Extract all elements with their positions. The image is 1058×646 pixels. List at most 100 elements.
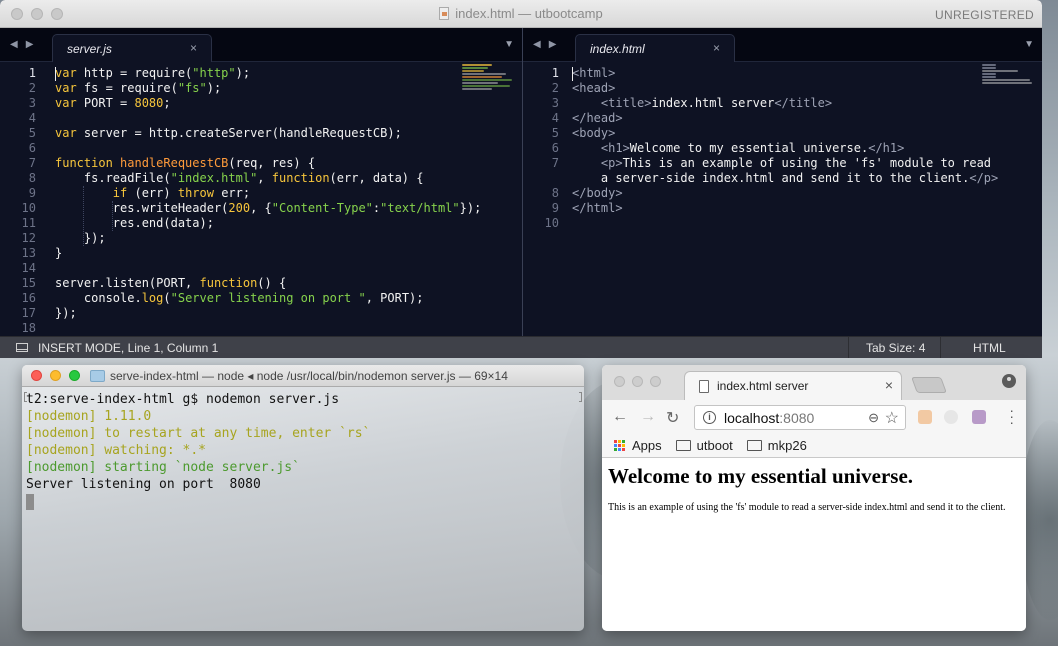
syntax-indicator[interactable]: HTML	[973, 341, 1006, 355]
code-line[interactable]	[55, 111, 481, 126]
line-number: 3	[28, 96, 36, 110]
tab-close-icon[interactable]: ×	[190, 41, 197, 55]
code-pane-index-html[interactable]: 1 2 3 4 5 6 7 8 9 10 <html> <head> <title>index.ht…	[523, 62, 1042, 336]
code-line[interactable]: <html>	[572, 66, 998, 81]
code-line[interactable]: });	[55, 306, 481, 321]
code-area[interactable]: var http = require("http"); var fs = requ…	[55, 66, 481, 336]
minimize-window-button[interactable]	[50, 370, 61, 381]
line-number: 10	[21, 201, 36, 215]
code-line[interactable]: var http = require("http");	[55, 66, 481, 81]
code-line[interactable]	[572, 216, 998, 231]
code-token: <h1>	[572, 141, 630, 155]
code-token: "text/html"	[380, 201, 460, 215]
bookmark-star-icon[interactable]: ☆	[885, 408, 899, 428]
code-token: err;	[221, 186, 251, 200]
code-token: PORT =	[83, 96, 135, 110]
bookmark-utboot[interactable]: utboot	[697, 438, 733, 453]
code-line[interactable]: <title>index.html server</title>	[572, 96, 998, 111]
tab-forward-arrow-icon[interactable]: ▶	[26, 39, 34, 50]
reload-icon[interactable]: ↻	[666, 408, 679, 428]
address-bar[interactable]: i localhost:8080 ⊖ ☆	[694, 405, 906, 430]
code-line[interactable]: <p>This is an example of using the 'fs' …	[572, 156, 998, 171]
page-content: Welcome to my essential universe. This i…	[602, 458, 1026, 631]
minimize-window-button[interactable]	[632, 376, 643, 387]
code-line[interactable]: console.log("Server listening on port ",…	[55, 291, 481, 306]
code-line[interactable]: a server-side index.html and send it to …	[572, 171, 998, 186]
code-line[interactable]: function handleRequestCB(req, res) {	[55, 156, 481, 171]
back-arrow-icon[interactable]: ←	[612, 408, 628, 426]
code-line[interactable]	[55, 321, 481, 336]
browser-toolbar: ← → ↻ i localhost:8080 ⊖ ☆ · · ·	[602, 400, 1026, 434]
code-line[interactable]	[55, 261, 481, 276]
tab-close-icon[interactable]: ×	[713, 41, 720, 55]
html-file-icon	[439, 7, 450, 20]
extension-icon[interactable]	[918, 410, 932, 424]
code-line[interactable]: <body>	[572, 126, 998, 141]
code-line[interactable]: </head>	[572, 111, 998, 126]
minimap[interactable]	[982, 64, 1038, 104]
tab-back-arrow-icon[interactable]: ◀	[10, 39, 18, 50]
code-line[interactable]: var fs = require("fs");	[55, 81, 481, 96]
close-window-button[interactable]	[614, 376, 625, 387]
browser-tab[interactable]: index.html server ×	[684, 371, 902, 400]
code-line[interactable]: <head>	[572, 81, 998, 96]
code-token: );	[206, 81, 222, 95]
extension-icon[interactable]	[944, 410, 958, 424]
tab-size-indicator[interactable]: Tab Size: 4	[866, 341, 925, 355]
zoom-icon[interactable]: ⊖	[868, 410, 879, 426]
code-token: </body>	[572, 186, 623, 200]
info-icon[interactable]: i	[703, 411, 716, 424]
code-line[interactable]: </body>	[572, 186, 998, 201]
tab-server-js[interactable]: server.js ×	[52, 34, 212, 62]
profile-icon[interactable]	[1002, 374, 1016, 388]
apps-grid-icon	[614, 439, 626, 452]
code-token: var	[55, 96, 84, 110]
code-line[interactable]: var PORT = 8080;	[55, 96, 481, 111]
line-number: 3	[551, 96, 559, 110]
terminal-output[interactable]: t2:serve-index-html g$ nodemon server.js…	[26, 391, 580, 510]
line-number: 11	[21, 216, 36, 230]
zoom-window-button[interactable]	[69, 370, 80, 381]
line-number-gutter: 1 2 3 4 5 6 7 8 9 10	[523, 66, 563, 231]
code-token: fs.readFile(	[55, 171, 171, 185]
panel-toggle-icon[interactable]	[16, 343, 28, 352]
code-pane-server-js[interactable]: 1 2 3 4 5 6 7 8 9 10 11 12 13 14 15 16 17 18 var http = r…	[0, 62, 522, 336]
new-tab-button[interactable]	[911, 377, 947, 393]
menu-dots-icon[interactable]: · · ·	[1009, 403, 1014, 429]
code-line[interactable]: <h1>Welcome to my essential universe.</h…	[572, 141, 998, 156]
code-line[interactable]: res.writeHeader(200, {"Content-Type":"te…	[55, 201, 482, 216]
bookmark-apps[interactable]: Apps	[632, 438, 662, 453]
code-line[interactable]: fs.readFile("index.html", function(err, …	[55, 171, 481, 186]
code-line[interactable]: res.end(data);	[55, 216, 481, 231]
status-mode: INSERT MODE, Line 1, Column 1	[38, 340, 219, 355]
code-token: </html>	[572, 201, 623, 215]
tab-index-html[interactable]: index.html ×	[575, 34, 735, 62]
zoom-window-button[interactable]	[51, 8, 63, 20]
code-line[interactable]: }	[55, 246, 481, 261]
minimize-window-button[interactable]	[31, 8, 43, 20]
tab-menu-chevron-icon[interactable]: ▼	[504, 39, 514, 50]
code-line[interactable]: var server = http.createServer(handleReq…	[55, 126, 481, 141]
code-line[interactable]: });	[55, 231, 481, 246]
zoom-window-button[interactable]	[650, 376, 661, 387]
code-line[interactable]: server.listen(PORT, function() {	[55, 276, 481, 291]
close-window-button[interactable]	[11, 8, 23, 20]
extension-icon[interactable]	[972, 410, 986, 424]
minimap[interactable]	[462, 64, 518, 104]
tab-close-icon[interactable]: ×	[885, 377, 893, 393]
close-window-button[interactable]	[31, 370, 42, 381]
forward-arrow-icon[interactable]: →	[640, 408, 656, 426]
page-heading: Welcome to my essential universe.	[608, 464, 914, 488]
code-area[interactable]: <html> <head> <title>index.html server</t…	[572, 66, 998, 231]
tab-navigation: ◀ ▶	[533, 39, 556, 50]
tab-menu-chevron-icon[interactable]: ▼	[1024, 39, 1034, 50]
tab-back-arrow-icon[interactable]: ◀	[533, 39, 541, 50]
code-line[interactable]: </html>	[572, 201, 998, 216]
url-text: localhost:8080	[724, 410, 814, 426]
tab-forward-arrow-icon[interactable]: ▶	[549, 39, 557, 50]
code-line[interactable]: if (err) throw err;	[55, 186, 481, 201]
code-line[interactable]	[55, 141, 481, 156]
code-token: ,	[257, 171, 272, 185]
line-number: 7	[28, 156, 36, 170]
bookmark-mkp26[interactable]: mkp26	[768, 438, 807, 453]
